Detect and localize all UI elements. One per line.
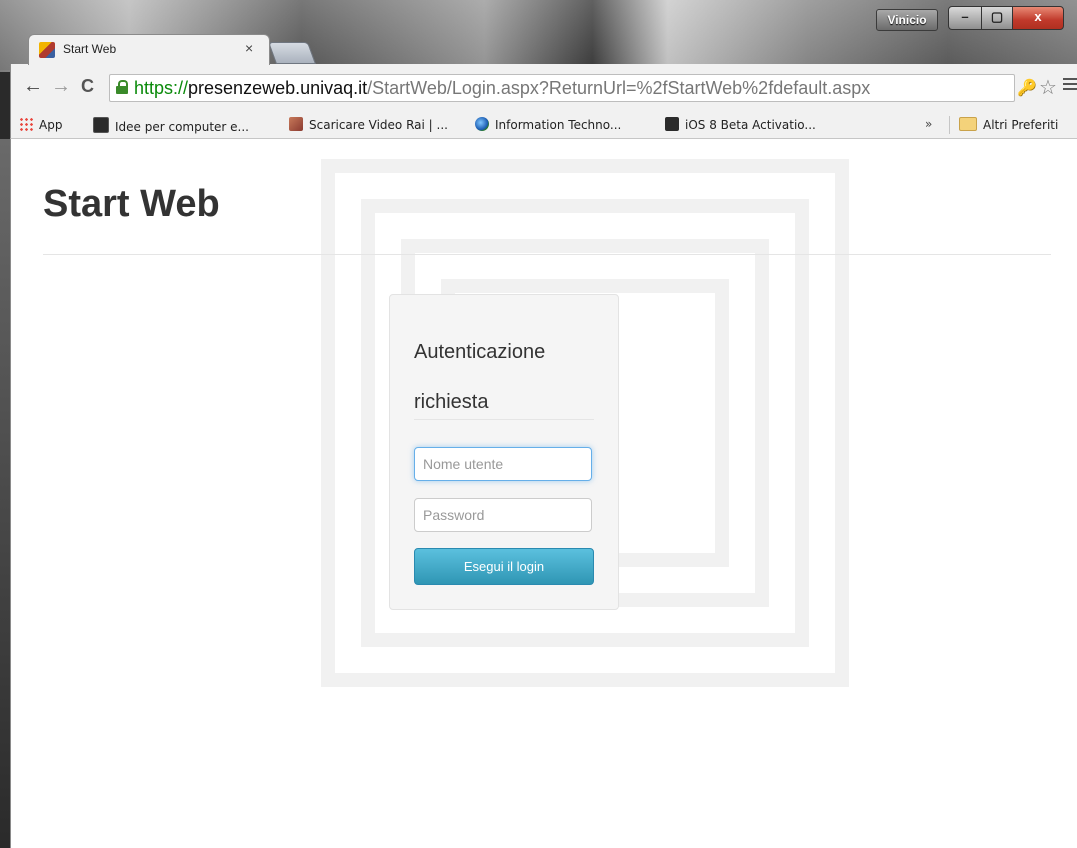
user-badge[interactable]: Vinicio <box>876 9 938 31</box>
bookmark-star-icon[interactable]: ☆ <box>1039 75 1057 100</box>
forward-arrow-icon[interactable]: → <box>51 74 71 98</box>
key-icon[interactable]: 🔑 <box>1017 78 1037 98</box>
tab-start-web[interactable]: Start Web × <box>28 34 270 65</box>
new-tab-button[interactable] <box>267 42 317 64</box>
url-text[interactable]: https://presenzeweb.univaq.it/StartWeb/L… <box>134 78 870 99</box>
login-button[interactable]: Esegui il login <box>414 548 594 585</box>
bookmark-rai[interactable]: Scaricare Video Rai | ... <box>289 117 448 132</box>
bookmark-label: Scaricare Video Rai | ... <box>309 118 448 132</box>
start-web-favicon-icon <box>39 42 55 58</box>
bookmark-label: App <box>39 118 63 132</box>
page-title: Start Web <box>43 183 220 225</box>
tab-title: Start Web <box>63 42 117 56</box>
reload-icon[interactable]: C <box>81 74 94 98</box>
login-panel: Autenticazione richiesta Esegui il login <box>389 294 619 610</box>
lock-icon[interactable] <box>116 80 128 94</box>
login-heading: Autenticazione richiesta <box>414 341 546 413</box>
folder-icon <box>959 117 977 131</box>
bookmark-label: Altri Preferiti <box>983 118 1059 132</box>
username-input[interactable] <box>414 447 592 481</box>
bookmark-label: Information Techno... <box>495 118 622 132</box>
title-divider <box>43 254 1051 255</box>
bookmarks-overflow-chevron-icon[interactable]: » <box>925 117 932 131</box>
url-scheme: https:// <box>134 78 189 98</box>
address-bar[interactable]: https://presenzeweb.univaq.it/StartWeb/L… <box>109 74 1015 102</box>
bookmark-app[interactable]: App <box>19 117 62 132</box>
rai-video-icon <box>289 117 303 131</box>
bookmark-altri-preferiti[interactable]: Altri Preferiti <box>959 117 1058 132</box>
password-input[interactable] <box>414 498 592 532</box>
window-left-border <box>0 139 10 848</box>
bookmark-label: iOS 8 Beta Activatio... <box>685 118 816 132</box>
bookmark-ios8[interactable]: iOS 8 Beta Activatio... <box>665 117 816 132</box>
login-divider <box>414 419 594 420</box>
maximize-button[interactable]: ▢ <box>981 6 1013 30</box>
bookmark-label: Idee per computer e... <box>115 120 249 134</box>
close-window-button[interactable]: x <box>1012 6 1064 30</box>
url-path: /StartWeb/Login.aspx?ReturnUrl=%2fStartW… <box>367 78 871 98</box>
globe-icon <box>475 117 489 131</box>
apps-icon <box>19 117 33 131</box>
hamburger-menu-icon[interactable] <box>1063 78 1077 92</box>
browser-toolbar: ← → C https://presenzeweb.univaq.it/Star… <box>10 64 1077 112</box>
bookmark-idee[interactable]: Idee per computer e... <box>93 117 249 134</box>
back-arrow-icon[interactable]: ← <box>23 74 43 98</box>
minimize-button[interactable]: – <box>948 6 982 30</box>
bookmarks-bar: App Idee per computer e... Scaricare Vid… <box>10 112 1077 139</box>
page-content: Start Web Autenticazione richiesta Esegu… <box>10 139 1077 848</box>
computer-ideas-icon <box>93 117 109 133</box>
bookmarks-divider <box>949 116 950 134</box>
url-host: presenzeweb.univaq.it <box>188 78 368 98</box>
tab-close-icon[interactable]: × <box>245 40 253 56</box>
bookmark-information-techno[interactable]: Information Techno... <box>475 117 621 132</box>
ios-icon <box>665 117 679 131</box>
